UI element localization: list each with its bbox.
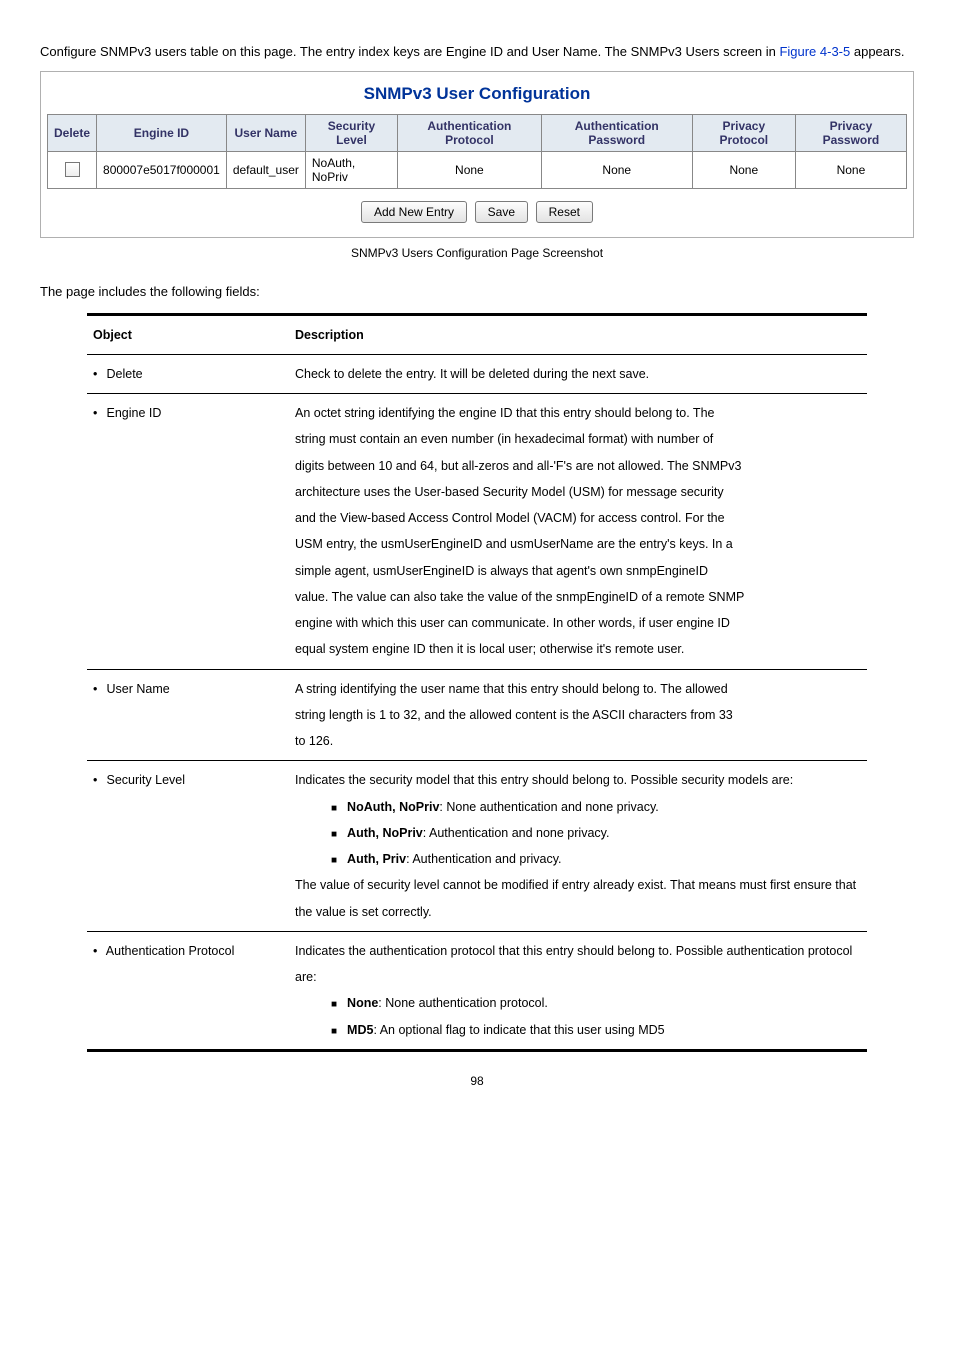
figure-link[interactable]: Figure 4-3-5 — [779, 44, 850, 59]
field-row-user-name: • User Name A string identifying the use… — [87, 669, 867, 761]
intro-after: appears. — [850, 44, 904, 59]
cell-priv-protocol: None — [692, 151, 795, 188]
fields-header: Object Description — [87, 314, 867, 354]
field-label: Engine ID — [106, 406, 161, 420]
field-row-delete: • Delete Check to delete the entry. It w… — [87, 354, 867, 393]
field-row-auth-protocol: • Authentication Protocol Indicates the … — [87, 931, 867, 1050]
header-object: Object — [87, 314, 289, 354]
cell-auth-password: None — [541, 151, 692, 188]
field-label: Authentication Protocol — [106, 944, 235, 958]
field-row-engine-id: • Engine ID An octet string identifying … — [87, 394, 867, 670]
col-auth-password: Authentication Password — [541, 114, 692, 151]
cell-security-level: NoAuth, NoPriv — [305, 151, 397, 188]
intro-before: Configure SNMPv3 users table on this pag… — [40, 44, 779, 59]
cell-priv-password: None — [795, 151, 906, 188]
field-label: User Name — [106, 682, 169, 696]
col-priv-protocol: Privacy Protocol — [692, 114, 795, 151]
col-user-name: User Name — [226, 114, 305, 151]
col-priv-password: Privacy Password — [795, 114, 906, 151]
cell-auth-protocol: None — [398, 151, 542, 188]
reset-button[interactable]: Reset — [536, 201, 593, 223]
col-auth-protocol: Authentication Protocol — [398, 114, 542, 151]
field-desc: Indicates the security model that this e… — [289, 761, 867, 932]
button-row: Add New Entry Save Reset — [47, 201, 907, 223]
intro-text: Configure SNMPv3 users table on this pag… — [40, 40, 914, 65]
add-new-entry-button[interactable]: Add New Entry — [361, 201, 467, 223]
field-label: Delete — [106, 367, 142, 381]
field-desc: A string identifying the user name that … — [289, 669, 867, 761]
field-desc: Check to delete the entry. It will be de… — [289, 354, 867, 393]
fields-intro: The page includes the following fields: — [40, 284, 914, 299]
field-desc: An octet string identifying the engine I… — [289, 394, 867, 670]
col-delete: Delete — [48, 114, 97, 151]
table-row: 800007e5017f000001 default_user NoAuth, … — [48, 151, 907, 188]
panel-title: SNMPv3 User Configuration — [47, 84, 907, 104]
field-row-security-level: • Security Level Indicates the security … — [87, 761, 867, 932]
fields-table: Object Description • Delete Check to del… — [87, 313, 867, 1052]
users-table: Delete Engine ID User Name Security Leve… — [47, 114, 907, 189]
page-number: 98 — [40, 1074, 914, 1088]
col-security-level: Security Level — [305, 114, 397, 151]
field-desc: Indicates the authentication protocol th… — [289, 931, 867, 1050]
config-panel: SNMPv3 User Configuration Delete Engine … — [40, 71, 914, 238]
header-description: Description — [289, 314, 867, 354]
field-label: Security Level — [106, 773, 185, 787]
cell-user-name: default_user — [226, 151, 305, 188]
save-button[interactable]: Save — [475, 201, 528, 223]
cell-engine-id: 800007e5017f000001 — [97, 151, 227, 188]
col-engine-id: Engine ID — [97, 114, 227, 151]
figure-caption: SNMPv3 Users Configuration Page Screensh… — [40, 246, 914, 260]
delete-checkbox[interactable] — [65, 162, 80, 177]
